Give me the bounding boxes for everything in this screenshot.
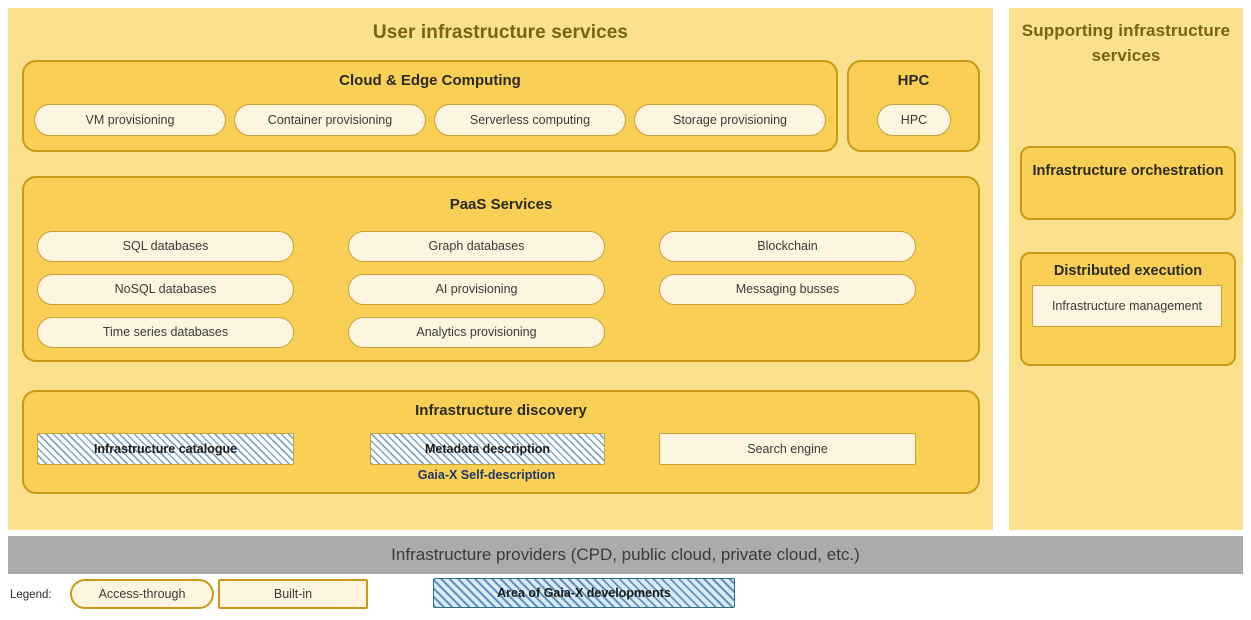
service-pill-time-series-databases[interactable]: Time series databases bbox=[37, 317, 294, 348]
service-pill-ai-provisioning[interactable]: AI provisioning bbox=[348, 274, 605, 305]
service-pill-nosql-databases[interactable]: NoSQL databases bbox=[37, 274, 294, 305]
infrastructure-orchestration-box[interactable]: Infrastructure orchestration bbox=[1020, 146, 1236, 220]
service-box-infrastructure-catalogue[interactable]: Infrastructure catalogue bbox=[37, 433, 294, 465]
service-box-metadata-description[interactable]: Metadata description bbox=[370, 433, 605, 465]
cloud-edge-computing-title: Cloud & Edge Computing bbox=[339, 72, 521, 89]
service-pill-container-provisioning[interactable]: Container provisioning bbox=[234, 104, 426, 136]
infrastructure-providers-bar: Infrastructure providers (CPD, public cl… bbox=[8, 536, 1243, 574]
paas-services-title: PaaS Services bbox=[449, 196, 553, 213]
service-pill-sql-databases[interactable]: SQL databases bbox=[37, 231, 294, 262]
service-pill-graph-databases[interactable]: Graph databases bbox=[348, 231, 605, 262]
service-pill-hpc[interactable]: HPC bbox=[877, 104, 951, 136]
service-pill-analytics-provisioning[interactable]: Analytics provisioning bbox=[348, 317, 605, 348]
service-pill-storage-provisioning[interactable]: Storage provisioning bbox=[634, 104, 826, 136]
legend-swatch-access-through: Access-through bbox=[70, 579, 214, 609]
infrastructure-discovery-title: Infrastructure discovery bbox=[415, 402, 587, 419]
legend-swatch-built-in: Built-in bbox=[218, 579, 368, 609]
service-pill-blockchain[interactable]: Blockchain bbox=[659, 231, 916, 262]
service-pill-messaging-busses[interactable]: Messaging busses bbox=[659, 274, 916, 305]
hpc-group-title: HPC bbox=[897, 72, 930, 89]
service-box-infrastructure-management[interactable]: Infrastructure management bbox=[1032, 285, 1222, 327]
distributed-execution-title: Distributed execution bbox=[1053, 263, 1203, 279]
legend-swatch-gaia-x-developments: Area of Gaia-X developments bbox=[433, 578, 735, 608]
supporting-infrastructure-services-title: Supporting infrastructure services bbox=[1021, 21, 1231, 65]
infrastructure-providers-label: Infrastructure providers (CPD, public cl… bbox=[391, 545, 860, 564]
service-box-search-engine[interactable]: Search engine bbox=[659, 433, 916, 465]
infrastructure-orchestration-title: Infrastructure orchestration bbox=[1032, 163, 1224, 179]
gaia-x-self-description-caption: Gaia-X Self-description bbox=[417, 468, 556, 482]
user-infrastructure-services-title: User infrastructure services bbox=[372, 22, 629, 43]
legend-label: Legend: bbox=[10, 589, 52, 601]
service-pill-serverless-computing[interactable]: Serverless computing bbox=[434, 104, 626, 136]
service-pill-vm-provisioning[interactable]: VM provisioning bbox=[34, 104, 226, 136]
